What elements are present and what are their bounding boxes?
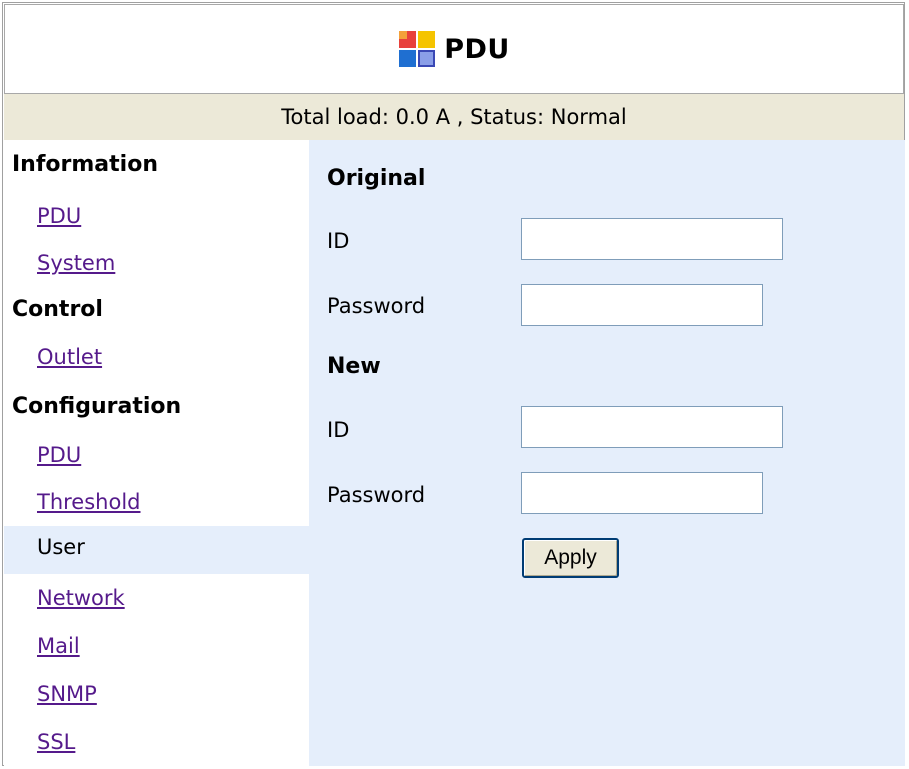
new-id-input[interactable] bbox=[521, 406, 783, 448]
section-configuration: Configuration bbox=[12, 394, 182, 419]
original-password-input[interactable] bbox=[521, 284, 763, 326]
apply-button[interactable]: Apply bbox=[522, 538, 619, 578]
nav-config-snmp[interactable]: SNMP bbox=[37, 682, 97, 706]
nav-config-ssl[interactable]: SSL bbox=[37, 730, 75, 754]
original-id-input[interactable] bbox=[521, 218, 783, 260]
original-heading: Original bbox=[327, 166, 426, 191]
nav-config-threshold[interactable]: Threshold bbox=[37, 490, 141, 514]
sidebar: Information PDU System Control Outlet Co… bbox=[4, 140, 309, 766]
new-heading: New bbox=[327, 354, 381, 379]
nav-config-mail[interactable]: Mail bbox=[37, 634, 80, 658]
pdu-logo-icon bbox=[399, 31, 436, 67]
status-bar: Total load: 0.0 A , Status: Normal bbox=[4, 94, 904, 140]
original-password-label: Password bbox=[327, 294, 426, 318]
nav-control-outlet[interactable]: Outlet bbox=[37, 345, 102, 369]
nav-config-user-active[interactable]: User bbox=[4, 526, 309, 574]
logo: PDU bbox=[398, 30, 510, 68]
section-information: Information bbox=[12, 152, 158, 177]
nav-info-system[interactable]: System bbox=[37, 251, 115, 275]
new-password-label: Password bbox=[327, 483, 426, 507]
status-text: Total load: 0.0 A , Status: Normal bbox=[281, 105, 627, 129]
nav-config-network[interactable]: Network bbox=[37, 586, 125, 610]
nav-info-pdu[interactable]: PDU bbox=[37, 204, 81, 228]
user-config-panel: Original ID Password New ID Password App… bbox=[309, 140, 905, 766]
section-control: Control bbox=[12, 297, 103, 322]
nav-config-user-label: User bbox=[37, 535, 85, 559]
original-id-label: ID bbox=[327, 229, 350, 253]
page-header: PDU bbox=[4, 4, 904, 94]
page-title: PDU bbox=[444, 33, 510, 65]
nav-config-pdu[interactable]: PDU bbox=[37, 443, 81, 467]
new-id-label: ID bbox=[327, 418, 350, 442]
new-password-input[interactable] bbox=[521, 472, 763, 514]
